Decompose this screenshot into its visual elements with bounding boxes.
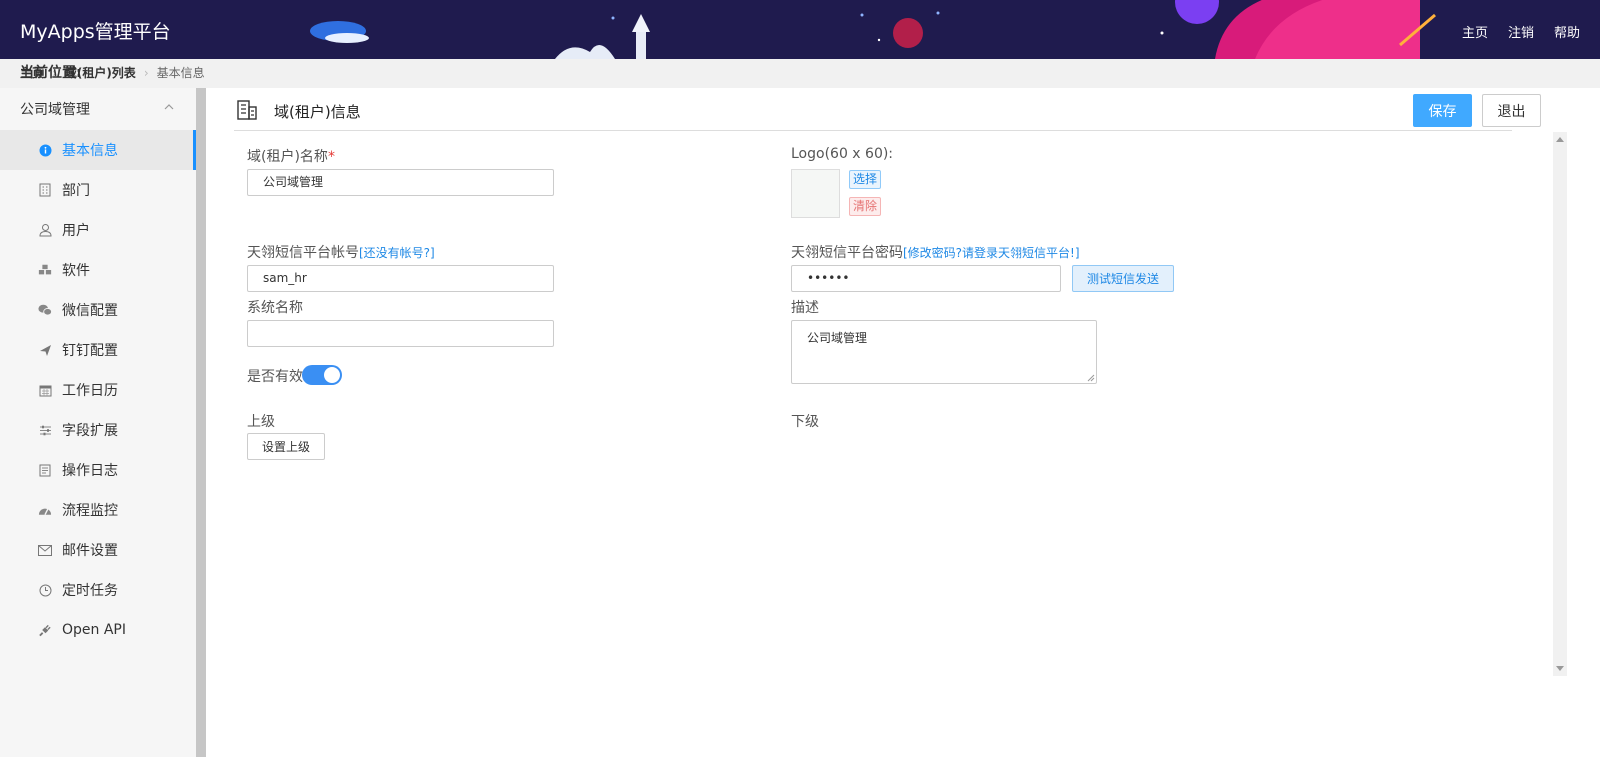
sms-password-input[interactable]: •••••• bbox=[791, 265, 1061, 292]
domain-name-input[interactable]: 公司域管理 bbox=[247, 169, 554, 196]
sliders-icon bbox=[38, 423, 52, 437]
page-title: 域(租户)信息 bbox=[274, 103, 361, 121]
app-brand: MyApps管理平台 bbox=[20, 21, 171, 43]
info-icon bbox=[38, 143, 52, 157]
header-decoration bbox=[310, 0, 1436, 59]
scroll-down-icon[interactable] bbox=[1556, 666, 1564, 671]
building-icon bbox=[237, 100, 257, 120]
domain-name-label-text: 域(租户)名称 bbox=[247, 149, 328, 165]
sidebar-group-label: 公司域管理 bbox=[20, 102, 90, 118]
sidebar-item-work-calendar[interactable]: 工作日历 bbox=[0, 370, 196, 410]
sidebar-item-label: 微信配置 bbox=[62, 303, 118, 319]
sidebar-item-label: 用户 bbox=[62, 223, 90, 239]
cubes-icon bbox=[38, 263, 52, 277]
description-label: 描述 bbox=[791, 300, 819, 316]
sidebar-item-label: 工作日历 bbox=[62, 383, 118, 399]
scrollbar[interactable] bbox=[1553, 132, 1567, 676]
page-titlebar: 域(租户)信息 保存 退出 bbox=[234, 88, 1541, 131]
plug-icon bbox=[38, 623, 52, 637]
child-label: 下级 bbox=[791, 414, 819, 430]
exit-button[interactable]: 退出 bbox=[1482, 94, 1541, 127]
test-sms-button[interactable]: 测试短信发送 bbox=[1072, 265, 1174, 292]
nav-home-link[interactable]: 主页 bbox=[1462, 22, 1488, 41]
dashboard-icon bbox=[38, 503, 52, 517]
breadcrumb-separator: › bbox=[143, 66, 149, 80]
mail-icon bbox=[38, 543, 52, 557]
sms-password-label: 天翎短信平台密码[修改密码?请登录天翎短信平台!] bbox=[791, 242, 1080, 262]
sidebar-item-open-api[interactable]: Open API bbox=[0, 610, 196, 650]
description-text: 公司域管理 bbox=[807, 331, 868, 345]
sidebar-item-label: 字段扩展 bbox=[62, 423, 118, 439]
sidebar-item-dingtalk[interactable]: 钉钉配置 bbox=[0, 330, 196, 370]
main-content: 域(租户)信息 保存 退出 域(租户)名称* 公司域管理 Logo(60 x 6… bbox=[206, 88, 1600, 757]
sidebar-item-field-extension[interactable]: 字段扩展 bbox=[0, 410, 196, 450]
logo-preview bbox=[791, 169, 840, 218]
logo-clear-button[interactable]: 清除 bbox=[849, 197, 882, 216]
sms-account-input[interactable]: sam_hr bbox=[247, 265, 554, 292]
nav-logout-link[interactable]: 注销 bbox=[1508, 22, 1534, 41]
sidebar-item-process-monitor[interactable]: 流程监控 bbox=[0, 490, 196, 530]
breadcrumb-current: 基本信息 bbox=[156, 66, 205, 80]
sidebar-item-label: 邮件设置 bbox=[62, 543, 118, 559]
change-password-link[interactable]: [修改密码?请登录天翎短信平台!] bbox=[903, 246, 1080, 260]
breadcrumb: 当前位置: 主页 › 域(租户)列表 › 基本信息 bbox=[0, 59, 1600, 88]
sidebar-item-wechat[interactable]: 微信配置 bbox=[0, 290, 196, 330]
save-button[interactable]: 保存 bbox=[1413, 94, 1472, 127]
sidebar-item-label: 基本信息 bbox=[62, 143, 118, 159]
nav-help-link[interactable]: 帮助 bbox=[1554, 22, 1580, 41]
building-icon bbox=[38, 183, 52, 197]
clock-icon bbox=[38, 583, 52, 597]
logo-label: Logo(60 x 60): bbox=[791, 146, 894, 162]
logo-select-button[interactable]: 选择 bbox=[849, 170, 882, 189]
sms-password-label-text: 天翎短信平台密码 bbox=[791, 245, 903, 261]
required-mark: * bbox=[327, 149, 335, 165]
sidebar-item-scheduled-task[interactable]: 定时任务 bbox=[0, 570, 196, 610]
sidebar-item-label: Open API bbox=[62, 622, 126, 638]
calendar-icon bbox=[38, 383, 52, 397]
sidebar-item-label: 定时任务 bbox=[62, 583, 118, 599]
header-nav: 主页 注销 帮助 bbox=[1462, 22, 1580, 41]
parent-label: 上级 bbox=[247, 414, 275, 430]
resize-handle-icon[interactable] bbox=[1087, 374, 1095, 382]
plane-icon bbox=[38, 343, 52, 357]
system-name-input[interactable] bbox=[247, 320, 554, 347]
wechat-icon bbox=[38, 303, 52, 317]
breadcrumb-label: 当前位置: bbox=[20, 65, 82, 81]
app-header: MyApps管理平台 主页 注销 帮助 bbox=[0, 0, 1600, 59]
sidebar-splitter[interactable] bbox=[196, 88, 206, 757]
register-account-link[interactable]: [还没有帐号?] bbox=[359, 246, 435, 260]
sidebar: 公司域管理 基本信息 部门 用户 软件 微信配置 钉钉配置 工作日历 字段扩展 … bbox=[0, 88, 196, 757]
description-textarea[interactable]: 公司域管理 bbox=[791, 320, 1097, 384]
sidebar-item-label: 部门 bbox=[62, 183, 90, 199]
sidebar-item-label: 软件 bbox=[62, 263, 90, 279]
set-parent-button[interactable]: 设置上级 bbox=[247, 433, 325, 460]
domain-name-label: 域(租户)名称* bbox=[247, 146, 335, 166]
sms-account-label: 天翎短信平台帐号[还没有帐号?] bbox=[247, 242, 435, 262]
sidebar-item-user[interactable]: 用户 bbox=[0, 210, 196, 250]
sidebar-item-operation-log[interactable]: 操作日志 bbox=[0, 450, 196, 490]
system-name-label: 系统名称 bbox=[247, 300, 303, 316]
log-icon bbox=[38, 463, 52, 477]
toggle-knob bbox=[324, 367, 340, 383]
sms-account-label-text: 天翎短信平台帐号 bbox=[247, 245, 359, 261]
active-toggle[interactable] bbox=[302, 365, 342, 385]
sidebar-item-label: 钉钉配置 bbox=[62, 343, 118, 359]
sidebar-item-software[interactable]: 软件 bbox=[0, 250, 196, 290]
sidebar-item-basic-info[interactable]: 基本信息 bbox=[0, 130, 196, 170]
sidebar-item-label: 操作日志 bbox=[62, 463, 118, 479]
active-label: 是否有效 bbox=[247, 369, 303, 385]
user-icon bbox=[38, 223, 52, 237]
chevron-up-icon bbox=[164, 104, 174, 110]
sidebar-item-department[interactable]: 部门 bbox=[0, 170, 196, 210]
sidebar-item-label: 流程监控 bbox=[62, 503, 118, 519]
sidebar-item-mail-settings[interactable]: 邮件设置 bbox=[0, 530, 196, 570]
sidebar-group-domain[interactable]: 公司域管理 bbox=[0, 88, 196, 130]
scroll-up-icon[interactable] bbox=[1556, 137, 1564, 142]
